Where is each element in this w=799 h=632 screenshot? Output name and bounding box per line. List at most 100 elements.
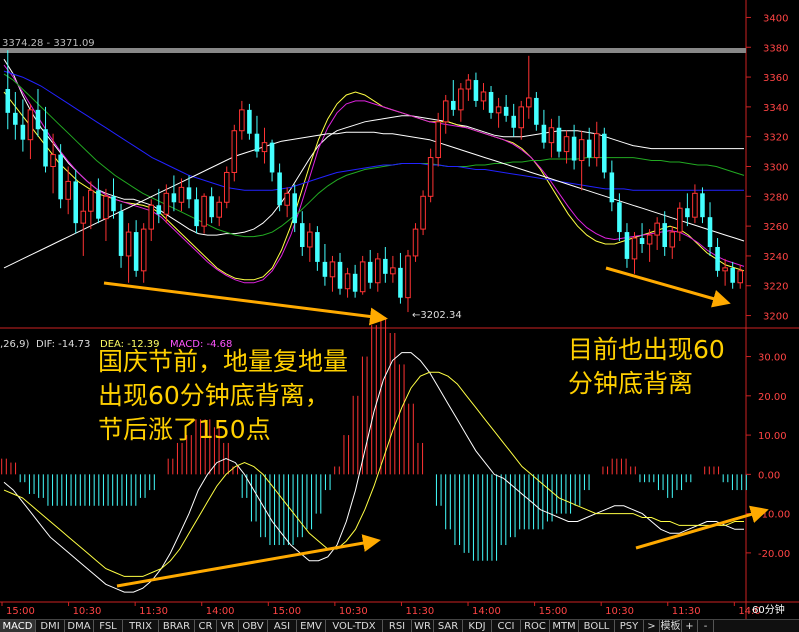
candle-body xyxy=(420,195,426,230)
indicator-tab[interactable]: MACD xyxy=(0,620,36,632)
indicator-tab[interactable]: CCI xyxy=(492,620,521,632)
candle-body xyxy=(27,109,34,141)
indicator-tab[interactable]: RSI xyxy=(383,620,412,632)
candle-body xyxy=(390,267,396,275)
indicator-tab[interactable]: 模板 xyxy=(660,620,682,632)
moving-average-line xyxy=(3,70,744,191)
candle-body xyxy=(669,231,676,248)
price-tick-label: 3380 xyxy=(763,43,788,54)
candle-body xyxy=(495,106,502,114)
price-tick-label: 3340 xyxy=(763,103,788,114)
candle-body xyxy=(103,195,109,220)
indicator-tab[interactable]: DMI xyxy=(36,620,65,632)
candle-body xyxy=(541,124,547,143)
candle-body xyxy=(722,267,728,272)
price-annotation: 3374.28 - 3371.09 xyxy=(2,38,95,49)
candle-body xyxy=(186,187,192,200)
period-label: 60分钟 xyxy=(752,603,785,616)
time-tick-label: 11:30 xyxy=(139,606,168,617)
indicator-tab[interactable]: ROC xyxy=(521,620,550,632)
macd-tick-label: 0.00 xyxy=(758,470,780,481)
candle-body xyxy=(209,196,214,218)
indicator-tab[interactable]: EMV xyxy=(297,620,326,632)
macd-tick-label: 10.00 xyxy=(758,431,787,442)
indicator-tab[interactable]: KDJ xyxy=(463,620,492,632)
moving-average-line xyxy=(3,73,745,238)
candle-body xyxy=(602,133,607,173)
candle-body xyxy=(692,192,698,218)
indicator-tab[interactable]: VOL-TDX xyxy=(326,620,383,632)
candle-body xyxy=(586,139,592,158)
price-tick-label: 3400 xyxy=(763,13,788,24)
candle-body xyxy=(465,79,472,90)
time-tick-label: 15:00 xyxy=(6,606,35,617)
candle-body xyxy=(480,91,487,102)
high-price-band xyxy=(0,48,746,53)
candle-body xyxy=(488,91,494,113)
candle-body xyxy=(329,261,336,278)
left-annotation: 国庆节前，地量复地量 出现60分钟底背离， 节后涨了150点 xyxy=(98,347,349,444)
candle-body xyxy=(43,129,48,167)
candle-body xyxy=(254,133,260,152)
time-tick-label: 15:00 xyxy=(272,606,301,617)
candle-body xyxy=(269,142,275,173)
candle-body xyxy=(344,273,351,290)
candle-body xyxy=(730,267,735,283)
candle-body xyxy=(631,237,638,260)
price-tick-label: 3300 xyxy=(763,163,788,174)
candle-body xyxy=(646,234,653,245)
time-tick-label: 15:00 xyxy=(539,606,568,617)
candle-body xyxy=(451,100,456,110)
indicator-tab[interactable]: - xyxy=(698,620,714,632)
candle-body xyxy=(473,80,479,101)
indicator-tab[interactable]: PSY xyxy=(615,620,644,632)
indicator-tab[interactable]: FSL xyxy=(94,620,123,632)
indicator-tab[interactable]: CR xyxy=(195,620,217,632)
candle-body xyxy=(194,199,199,227)
chart-window: 3374.28 - 3371.09 ←3202.34 ,26,9) DIF: -1… xyxy=(0,0,799,632)
indicator-tab[interactable]: MTM xyxy=(550,620,579,632)
indicator-tab[interactable]: BOLL xyxy=(579,620,615,632)
candle-body xyxy=(35,109,41,130)
indicator-tab[interactable]: VR xyxy=(217,620,239,632)
macd-tick-label: 30.00 xyxy=(758,353,787,364)
indicator-tab[interactable]: WR xyxy=(412,620,434,632)
candle-body xyxy=(140,228,147,272)
indicator-tab[interactable]: BRAR xyxy=(159,620,195,632)
candle-body xyxy=(352,273,358,292)
indicator-tab[interactable]: TRIX xyxy=(123,620,159,632)
price-tick-label: 3240 xyxy=(763,252,788,263)
candle-body xyxy=(571,136,577,161)
candle-body xyxy=(359,261,366,293)
candle-body xyxy=(261,142,268,153)
time-tick-label: 14:00 xyxy=(472,606,501,617)
candle-body xyxy=(442,100,449,123)
indicator-tab[interactable]: ASI xyxy=(268,620,297,632)
candle-body xyxy=(5,88,11,113)
time-tick-label: 10:30 xyxy=(605,606,634,617)
candle-body xyxy=(80,210,87,224)
macd-tick-label: -20.00 xyxy=(758,549,790,560)
macd-tick-label: 20.00 xyxy=(758,392,787,403)
indicator-tab[interactable]: > xyxy=(644,620,660,632)
candle-body xyxy=(526,97,532,108)
candle-body xyxy=(398,267,403,298)
candle-body xyxy=(534,97,539,125)
indicator-tab[interactable]: DMA xyxy=(65,620,94,632)
candle-body xyxy=(277,172,282,206)
indicator-tab[interactable]: + xyxy=(682,620,698,632)
indicator-tab[interactable]: SAR xyxy=(434,620,463,632)
price-tick-label: 3260 xyxy=(763,222,788,233)
divergence-arrow xyxy=(116,534,381,588)
price-tick-label: 3200 xyxy=(763,312,788,323)
right-annotation: 目前也出现60 分钟底背离 xyxy=(568,335,725,398)
candle-body xyxy=(88,189,94,212)
candle-body xyxy=(337,261,343,289)
candle-body xyxy=(435,121,441,159)
price-tick-label: 3360 xyxy=(763,73,788,84)
candle-body xyxy=(284,192,290,206)
candle-body xyxy=(13,112,18,125)
indicator-tab[interactable]: OBV xyxy=(239,620,268,632)
candle-body xyxy=(654,222,660,236)
candle-body xyxy=(458,88,464,111)
